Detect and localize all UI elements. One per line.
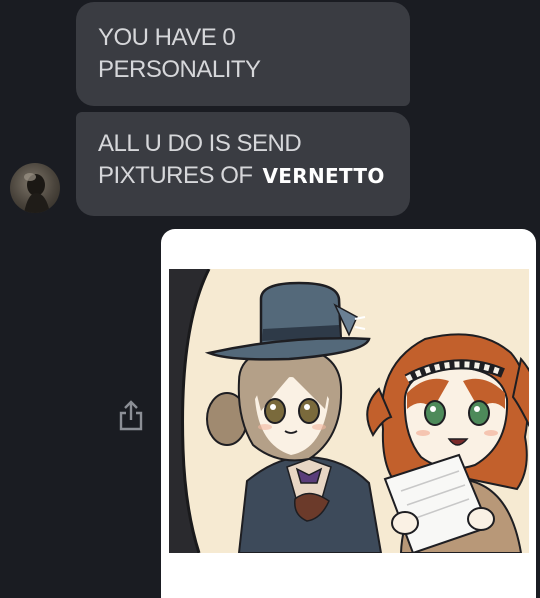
message-1-line-2: PERSONALITY bbox=[98, 56, 261, 83]
message-bubble-2[interactable]: ALL U DO IS SEND PIXTURES OF VERNETTO bbox=[76, 112, 410, 216]
message-1-line-1: YOU HAVE 0 bbox=[98, 24, 236, 51]
image-attachment[interactable] bbox=[161, 229, 536, 598]
sender-avatar[interactable] bbox=[10, 163, 60, 213]
message-2-line-2-row: PIXTURES OF VERNETTO bbox=[98, 160, 388, 192]
message-bubble-1[interactable]: YOU HAVE 0 PERSONALITY bbox=[76, 2, 410, 106]
share-icon bbox=[119, 400, 143, 431]
avatar-image bbox=[24, 173, 50, 213]
anime-artwork-image bbox=[169, 269, 529, 553]
message-2-line-1: ALL U DO IS SEND bbox=[98, 130, 302, 157]
caption-overlay-text: VERNETTO bbox=[262, 164, 385, 188]
message-2-line-2: PIXTURES OF bbox=[98, 162, 253, 189]
share-button[interactable] bbox=[116, 398, 146, 434]
